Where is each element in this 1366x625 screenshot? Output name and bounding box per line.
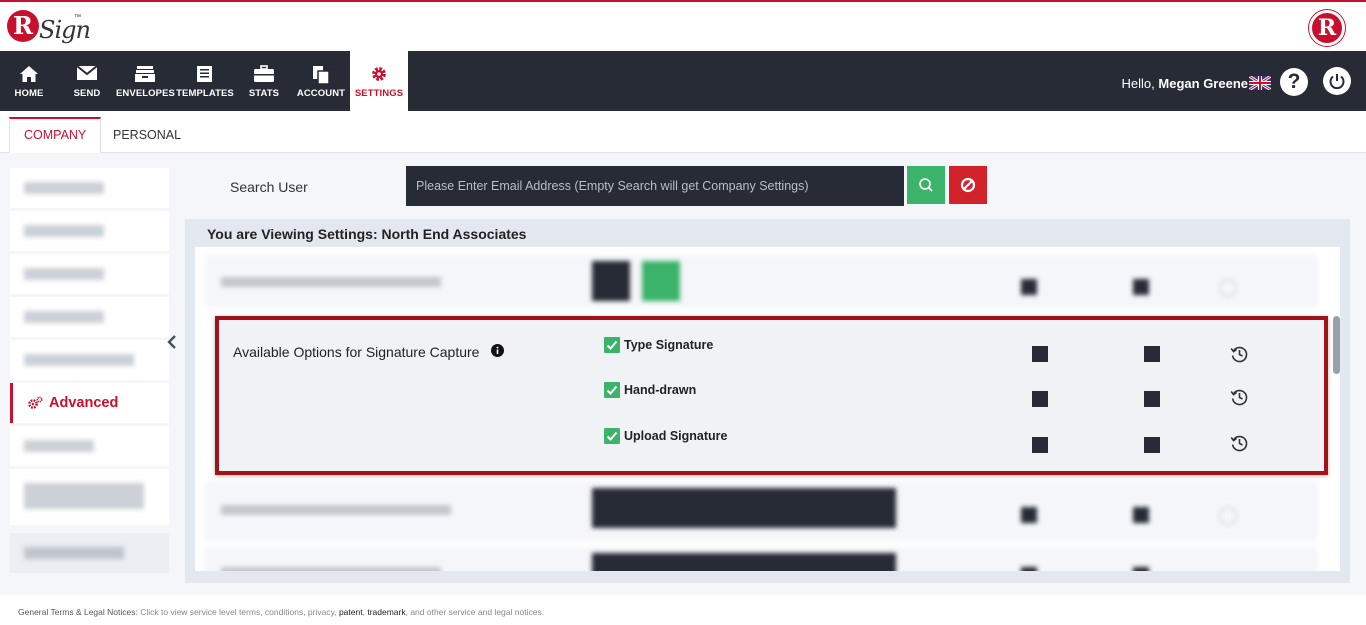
- option-label: Type Signature: [624, 338, 714, 352]
- footer-description-end: , and other service and legal notices.: [405, 607, 545, 617]
- nav-send[interactable]: SEND: [58, 51, 116, 111]
- nav-templates-label: TEMPLATES: [176, 88, 234, 99]
- nav-home[interactable]: HOME: [0, 51, 58, 111]
- signature-capture-setting: Available Options for Signature Capture …: [215, 316, 1328, 475]
- nav-envelopes-label: ENVELOPES: [116, 88, 175, 99]
- trademark-link[interactable]: trademark: [367, 607, 405, 617]
- checkbox-checked[interactable]: [604, 428, 620, 444]
- settings-list: Available Options for Signature Capture …: [195, 247, 1340, 571]
- uk-flag-icon[interactable]: [1248, 74, 1272, 92]
- greeting-prefix: Hello,: [1121, 76, 1155, 91]
- search-email-input[interactable]: [406, 166, 904, 206]
- nav-templates[interactable]: TEMPLATES: [176, 51, 234, 111]
- sidebar-item-blurred[interactable]: [10, 168, 169, 208]
- search-button[interactable]: [907, 166, 945, 204]
- settings-tabs: COMPANY PERSONAL: [0, 111, 1366, 153]
- power-icon: [1329, 74, 1345, 90]
- help-button[interactable]: ?: [1280, 68, 1308, 96]
- lock-toggle[interactable]: [1144, 346, 1160, 362]
- nav-stats[interactable]: STATS: [236, 51, 292, 111]
- sidebar-item-blurred[interactable]: [10, 340, 169, 380]
- sidebar-item-blurred[interactable]: [10, 426, 169, 466]
- sidebar-item-label: Advanced: [49, 395, 119, 411]
- nav-envelopes[interactable]: ENVELOPES: [116, 51, 175, 111]
- signature-capture-label: Available Options for Signature Capture: [233, 344, 480, 360]
- greeting: Hello, Megan Greene: [1122, 76, 1248, 91]
- footer-comma: ,: [362, 607, 365, 617]
- briefcase-icon: [236, 65, 292, 85]
- home-icon: [0, 65, 58, 85]
- gear-icon: [350, 65, 408, 85]
- sidebar-item-blurred[interactable]: [10, 211, 169, 251]
- nav-settings-label: SETTINGS: [354, 88, 404, 99]
- check-icon: [606, 431, 618, 441]
- history-icon[interactable]: [1229, 433, 1249, 453]
- sidebar-item-blurred[interactable]: [10, 533, 169, 573]
- user-name[interactable]: Megan Greene: [1158, 76, 1248, 91]
- logout-button[interactable]: [1323, 67, 1351, 95]
- lock-toggle[interactable]: [1144, 437, 1160, 453]
- tab-company[interactable]: COMPANY: [9, 117, 102, 153]
- logo-trademark: ™: [74, 14, 81, 21]
- ban-icon: [960, 177, 976, 193]
- nav-settings[interactable]: SETTINGS: [350, 51, 408, 111]
- main-content: Advanced Search User You are Viewing Set…: [0, 153, 1366, 595]
- nav-home-label: HOME: [14, 88, 44, 99]
- brand-badge[interactable]: R: [1309, 10, 1345, 46]
- logo-letter: R: [7, 10, 39, 42]
- search-icon: [919, 178, 933, 192]
- checkbox-checked[interactable]: [604, 382, 620, 398]
- check-icon: [606, 385, 618, 395]
- info-icon[interactable]: [491, 344, 504, 357]
- footer-description: Click to view service level terms, condi…: [140, 607, 337, 617]
- footer: General Terms & Legal Notices: Click to …: [0, 595, 1366, 625]
- top-bar: R Sign ™ R: [0, 0, 1366, 51]
- history-icon[interactable]: [1229, 387, 1249, 407]
- settings-row-blurred: [205, 481, 1318, 541]
- viewing-settings-title: You are Viewing Settings: North End Asso…: [207, 226, 527, 242]
- envelope-icon: [58, 65, 116, 85]
- collapse-sidebar-chevron-icon[interactable]: [165, 333, 179, 351]
- history-icon[interactable]: [1229, 344, 1249, 364]
- override-toggle[interactable]: [1032, 391, 1048, 407]
- check-icon: [606, 340, 618, 350]
- settings-panel: You are Viewing Settings: North End Asso…: [185, 219, 1350, 583]
- sidebar-item-advanced[interactable]: Advanced: [10, 383, 169, 423]
- nav-stats-label: STATS: [248, 88, 280, 99]
- rsign-logo[interactable]: R Sign ™: [7, 8, 91, 48]
- gears-icon: [28, 396, 43, 409]
- search-user-label: Search User: [230, 179, 308, 195]
- override-toggle[interactable]: [1032, 437, 1048, 453]
- settings-row-blurred: [205, 547, 1318, 571]
- settings-sidebar: Advanced: [8, 153, 169, 573]
- checkbox-checked[interactable]: [604, 337, 620, 353]
- scrollbar-thumb[interactable]: [1333, 316, 1340, 374]
- logo-text: Sign: [39, 16, 91, 44]
- inbox-icon: [116, 65, 174, 85]
- sidebar-item-blurred[interactable]: [10, 469, 169, 525]
- lock-toggle[interactable]: [1144, 391, 1160, 407]
- copy-icon: [292, 65, 350, 85]
- clear-search-button[interactable]: [949, 166, 987, 204]
- option-label: Hand-drawn: [624, 383, 697, 397]
- footer-text: General Terms & Legal Notices: Click to …: [18, 607, 544, 617]
- document-icon: [176, 65, 234, 85]
- override-toggle[interactable]: [1032, 346, 1048, 362]
- tab-personal[interactable]: PERSONAL: [99, 117, 195, 153]
- nav-account-label: ACCOUNT: [296, 88, 346, 99]
- patent-link[interactable]: patent: [339, 607, 363, 617]
- settings-row-blurred: [205, 255, 1318, 307]
- nav-send-label: SEND: [73, 88, 101, 99]
- main-navbar: HOME SEND ENVELOPES TEMPLATES STATS ACCO…: [0, 51, 1366, 111]
- sidebar-item-blurred[interactable]: [10, 254, 169, 294]
- footer-title: General Terms & Legal Notices:: [18, 607, 138, 617]
- sidebar-item-blurred[interactable]: [10, 297, 169, 337]
- option-label: Upload Signature: [624, 429, 728, 443]
- nav-account[interactable]: ACCOUNT: [292, 51, 350, 111]
